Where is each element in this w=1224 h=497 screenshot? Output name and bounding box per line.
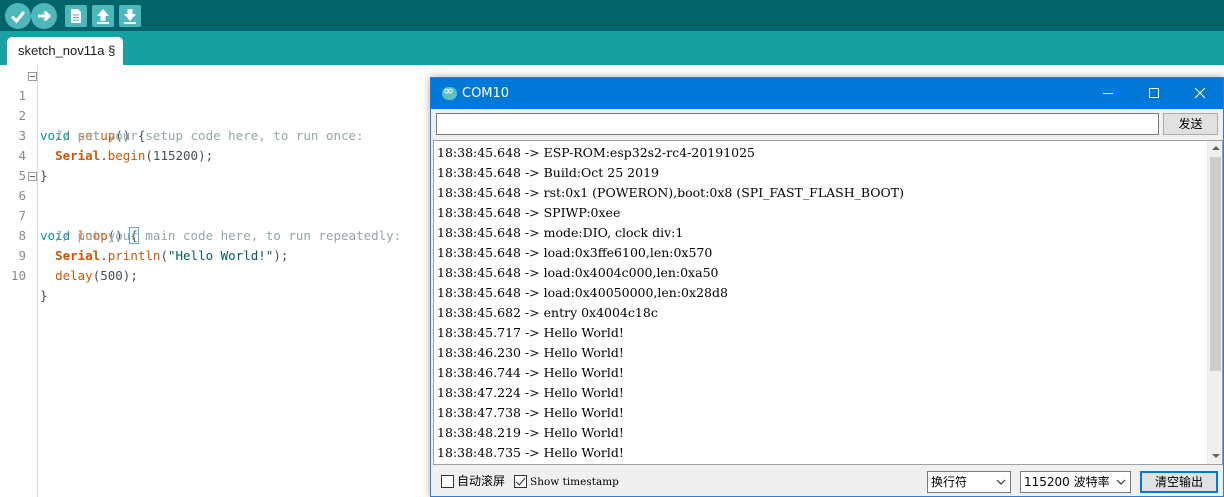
vertical-scrollbar[interactable] <box>1207 141 1222 464</box>
output-line: 18:38:47.224 -> Hello World! <box>437 385 624 400</box>
monitor-statusbar: 自动滚屏 Show timestamp 换行符 115200 波特率 清空输出 <box>431 468 1223 496</box>
arrow-down-icon <box>124 9 136 24</box>
tab-bar: sketch_nov11a § <box>0 31 1224 65</box>
code-text: } <box>40 288 48 303</box>
clear-output-button[interactable]: 清空输出 <box>1140 471 1218 493</box>
tab-sketch[interactable]: sketch_nov11a § <box>7 37 124 65</box>
window-title: COM10 <box>462 86 510 101</box>
output-line: 18:38:45.648 -> Build:Oct 25 2019 <box>437 165 659 180</box>
send-input[interactable] <box>436 113 1159 135</box>
window-titlebar[interactable]: COM10 <box>431 78 1223 109</box>
baud-rate-select[interactable]: 115200 波特率 <box>1020 471 1131 493</box>
output-line: 18:38:45.717 -> Hello World! <box>437 325 624 340</box>
chevron-down-icon <box>1116 479 1126 485</box>
code-text: (500); <box>92 268 138 283</box>
new-file-icon <box>71 9 81 23</box>
output-line: 18:38:45.648 -> ESP-ROM:esp32s2-rc4-2019… <box>437 145 756 160</box>
output-line: 18:38:45.648 -> rst:0x1 (POWERON),boot:0… <box>437 185 904 200</box>
output-line: 18:38:45.682 -> entry 0x4004c18c <box>437 305 658 320</box>
verify-button[interactable] <box>5 3 31 29</box>
line-number: 10 <box>10 268 26 283</box>
maximize-icon <box>1149 88 1159 98</box>
fold-toggle-icon[interactable] <box>28 72 37 81</box>
output-line: 18:38:45.648 -> mode:DIO, clock div:1 <box>437 225 684 240</box>
scroll-thumb[interactable] <box>1210 157 1221 371</box>
function-name: delay <box>55 268 93 283</box>
timestamp-label[interactable]: Show timestamp <box>530 474 619 491</box>
timestamp-checkbox[interactable] <box>514 475 527 488</box>
chevron-down-icon <box>996 479 1006 485</box>
close-button[interactable] <box>1177 78 1223 109</box>
minimize-icon <box>1103 93 1113 94</box>
open-sketch-button[interactable] <box>92 5 114 27</box>
upload-button[interactable] <box>31 3 57 29</box>
output-line: 18:38:45.648 -> SPIWP:0xee <box>437 205 621 220</box>
output-line: 18:38:45.648 -> load:0x4004c000,len:0xa5… <box>437 265 719 280</box>
serial-monitor-window: COM10 发送 18:38:45.648 -> ESP-ROM:esp32s2… <box>430 77 1224 497</box>
output-line: 18:38:46.230 -> Hello World! <box>437 345 624 360</box>
arrow-right-icon <box>38 10 52 22</box>
line-ending-value: 换行符 <box>931 475 968 489</box>
minimize-button[interactable] <box>1085 78 1131 109</box>
output-line: 18:38:45.648 -> load:0x3ffe6100,len:0x57… <box>437 245 713 260</box>
output-line: 18:38:48.219 -> Hello World! <box>437 425 624 440</box>
new-sketch-button[interactable] <box>65 5 87 27</box>
serial-output[interactable]: 18:38:45.648 -> ESP-ROM:esp32s2-rc4-2019… <box>433 140 1223 465</box>
line-ending-select[interactable]: 换行符 <box>927 471 1011 493</box>
send-button[interactable]: 发送 <box>1163 113 1218 135</box>
scroll-down-icon[interactable] <box>1208 449 1222 464</box>
ide-toolbar <box>0 0 1224 31</box>
output-line: 18:38:48.735 -> Hello World! <box>437 445 624 460</box>
baud-rate-value: 115200 波特率 <box>1024 475 1110 489</box>
check-icon <box>10 11 26 24</box>
scroll-up-icon[interactable] <box>1208 141 1222 156</box>
fold-toggle-icon[interactable] <box>28 172 37 181</box>
close-icon <box>1195 88 1205 98</box>
autoscroll-label[interactable]: 自动滚屏 <box>457 473 505 490</box>
output-line: 18:38:47.738 -> Hello World! <box>437 405 624 420</box>
autoscroll-checkbox[interactable] <box>441 475 454 488</box>
maximize-button[interactable] <box>1131 78 1177 109</box>
save-sketch-button[interactable] <box>119 5 141 27</box>
arduino-logo-icon <box>442 84 457 100</box>
output-line: 18:38:46.744 -> Hello World! <box>437 365 624 380</box>
output-line: 18:38:45.648 -> load:0x40050000,len:0x28… <box>437 285 728 300</box>
arrow-up-icon <box>97 9 109 24</box>
